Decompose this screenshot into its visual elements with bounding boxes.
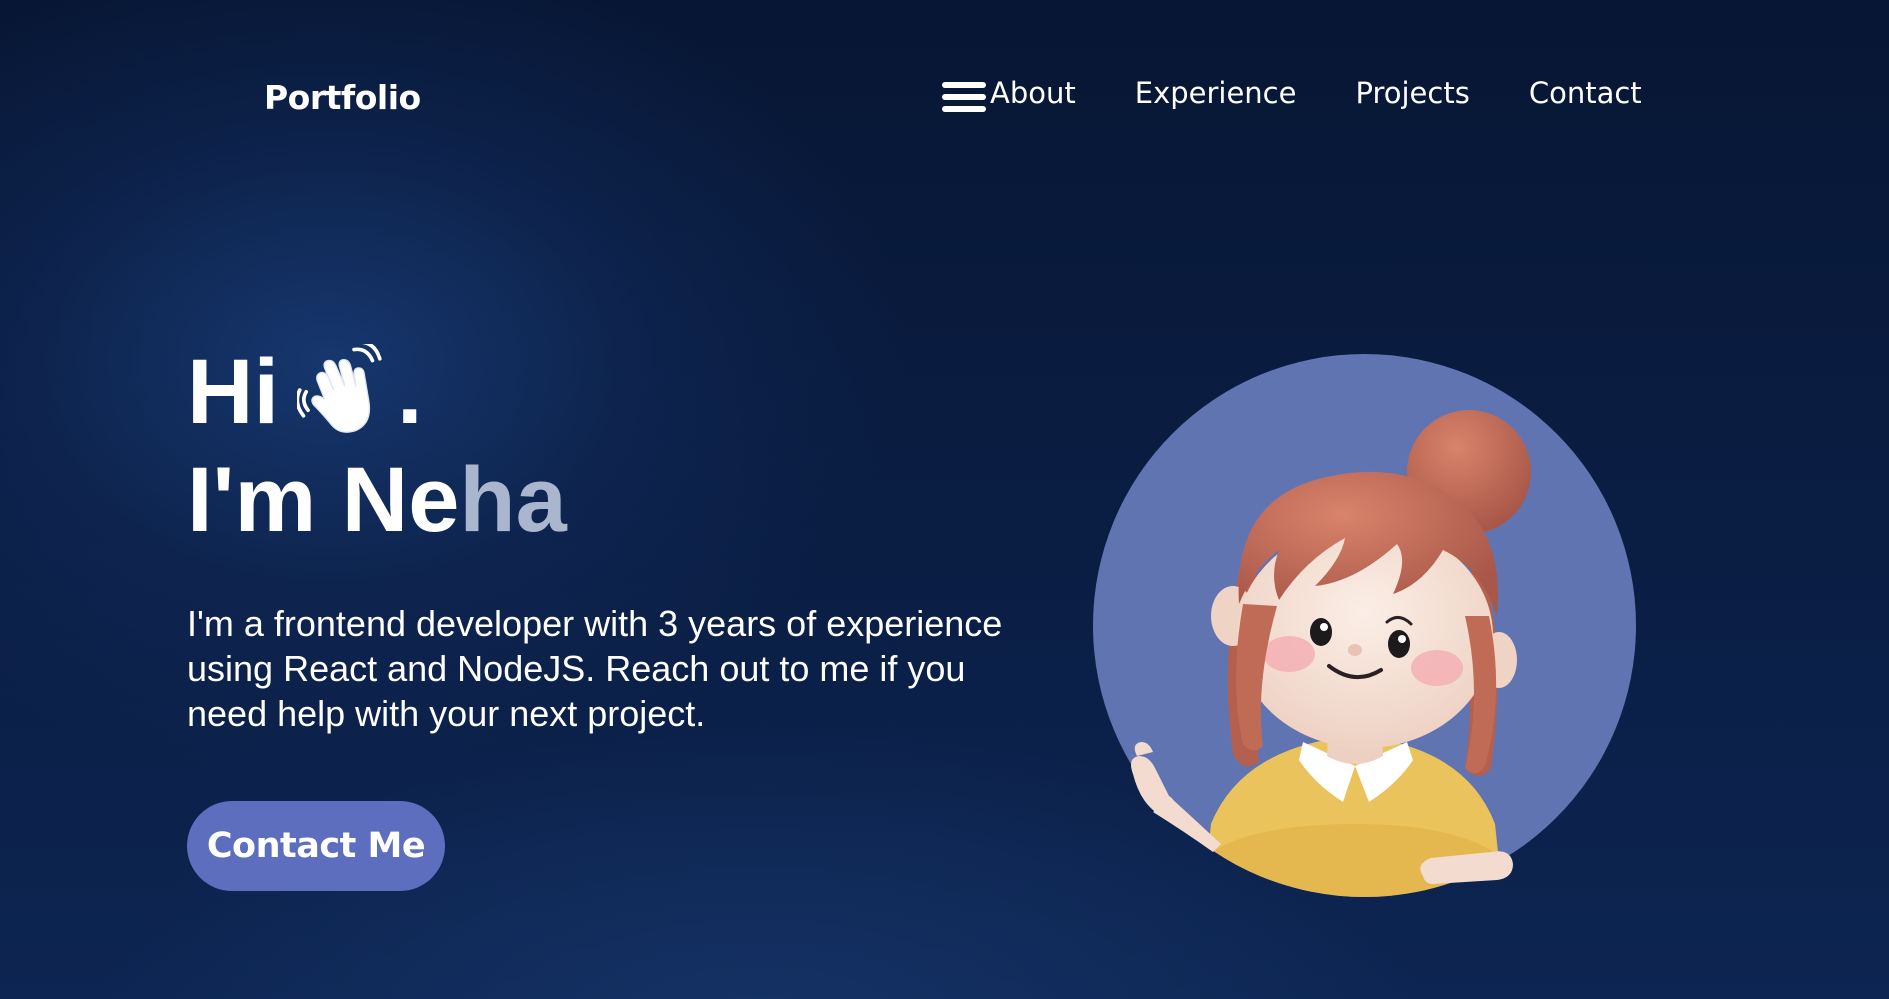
nav-link-experience[interactable]: Experience bbox=[1135, 76, 1297, 110]
greeting-heading: Hi . bbox=[187, 340, 1047, 444]
contact-me-button[interactable]: Contact Me bbox=[187, 801, 445, 891]
nav-link-contact[interactable]: Contact bbox=[1529, 76, 1642, 110]
name-text-typing: ha bbox=[459, 449, 567, 551]
bio-paragraph: I'm a frontend developer with 3 years of… bbox=[187, 603, 1003, 734]
hero-section: Hi . I'm Neha I'm a frontend developer w… bbox=[187, 340, 1047, 772]
greeting-text: Hi bbox=[187, 341, 279, 443]
cartoon-girl-avatar bbox=[1093, 354, 1636, 897]
brand-logo[interactable]: Portfolio bbox=[264, 78, 421, 117]
name-text-solid: I'm Ne bbox=[187, 449, 460, 551]
nav-link-about[interactable]: About bbox=[990, 76, 1076, 110]
greeting-period: . bbox=[397, 341, 423, 443]
navbar: Portfolio About Experience Projects Cont… bbox=[0, 0, 1889, 190]
nav-links: About Experience Projects Contact bbox=[990, 76, 1642, 110]
hamburger-menu-icon[interactable] bbox=[942, 82, 988, 116]
nav-link-projects[interactable]: Projects bbox=[1355, 76, 1469, 110]
waving-hand-icon bbox=[297, 344, 382, 433]
name-heading: I'm Neha bbox=[187, 444, 1047, 556]
